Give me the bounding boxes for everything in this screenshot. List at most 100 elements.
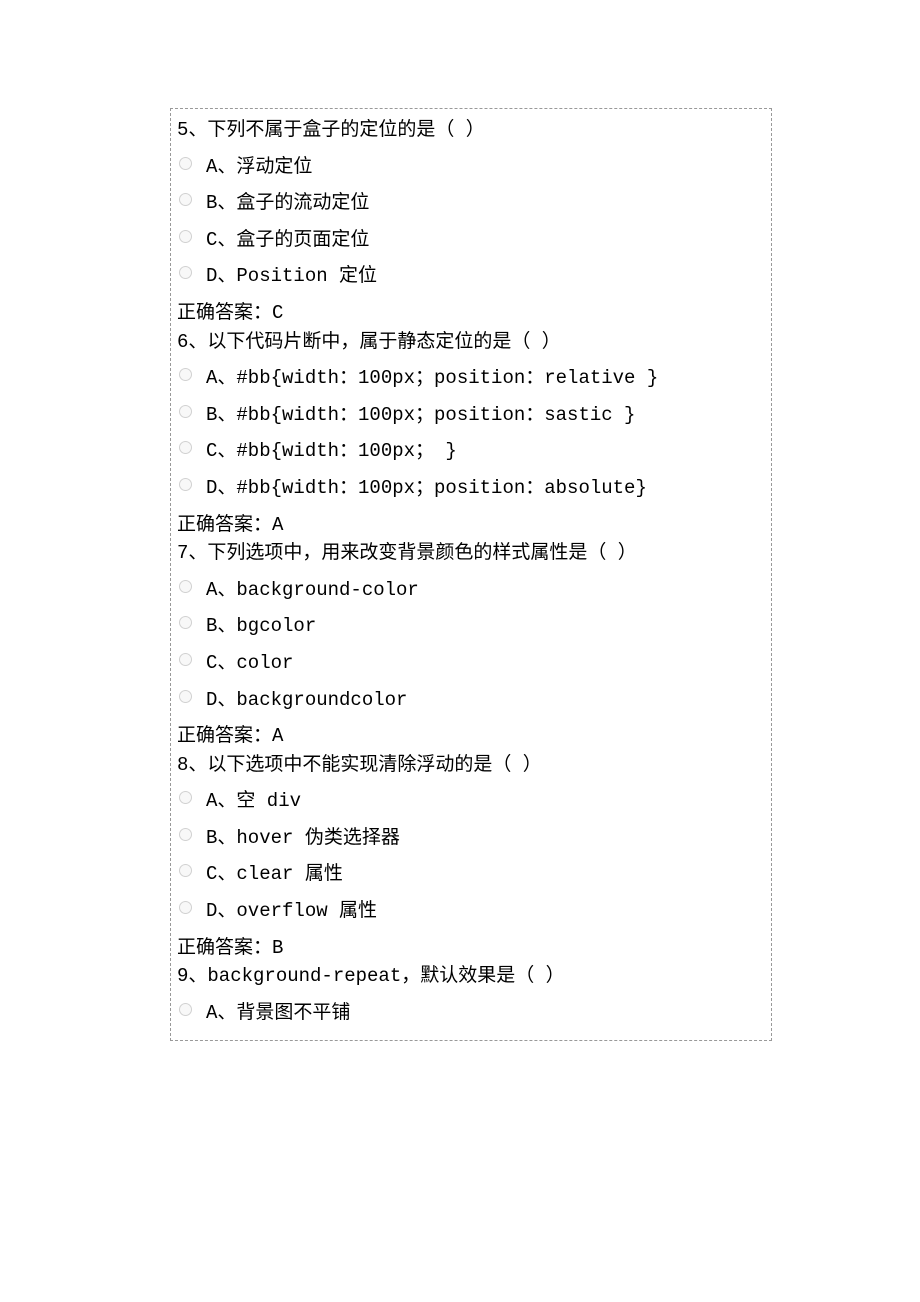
option-radio[interactable] [179, 441, 192, 454]
answer-value: C [272, 302, 283, 324]
radio-icon [179, 363, 192, 390]
option-label: D、overflow 属性 [206, 898, 377, 925]
option-label: C、#bb{width：100px； } [206, 438, 457, 465]
question-number: 7、 [177, 542, 207, 564]
option-label: B、hover 伪类选择器 [206, 825, 400, 852]
radio-icon [179, 436, 192, 463]
question-stem: 6、以下代码片断中，属于静态定位的是（ ） [177, 329, 765, 356]
question-block: 5、下列不属于盒子的定位的是（ ） A、浮动定位 B、盒子的流动定位 C、盒子的… [177, 117, 765, 327]
option-label: D、#bb{width：100px；position：absolute} [206, 475, 647, 502]
radio-icon [179, 225, 192, 252]
option-radio[interactable] [179, 653, 192, 666]
option-radio[interactable] [179, 405, 192, 418]
question-text: background-repeat，默认效果是（ ） [207, 965, 564, 987]
correct-answer: 正确答案：A [177, 723, 765, 750]
option-label: D、Position 定位 [206, 263, 377, 290]
option-label: B、bgcolor [206, 613, 316, 640]
question-text: 以下代码片断中，属于静态定位的是（ ） [207, 331, 560, 353]
option-label: B、#bb{width：100px；position：sastic } [206, 402, 635, 429]
option-radio[interactable] [179, 368, 192, 381]
question-number: 8、 [177, 754, 207, 776]
radio-icon [179, 611, 192, 638]
radio-icon [179, 152, 192, 179]
question-stem: 8、以下选项中不能实现清除浮动的是（ ） [177, 752, 765, 779]
option-radio[interactable] [179, 828, 192, 841]
answer-value: A [272, 514, 283, 536]
answer-prefix: 正确答案： [177, 302, 272, 324]
option-label: B、盒子的流动定位 [206, 190, 369, 217]
answer-value: A [272, 725, 283, 747]
radio-icon [179, 261, 192, 288]
option-row: A、#bb{width：100px；position：relative } [179, 365, 765, 392]
option-label: C、clear 属性 [206, 861, 343, 888]
radio-icon [179, 998, 192, 1025]
option-radio[interactable] [179, 864, 192, 877]
answer-prefix: 正确答案： [177, 514, 272, 536]
question-block: 8、以下选项中不能实现清除浮动的是（ ） A、空 div B、hover 伪类选… [177, 752, 765, 962]
option-row: C、盒子的页面定位 [179, 227, 765, 254]
radio-icon [179, 188, 192, 215]
option-label: C、color [206, 650, 293, 677]
option-radio[interactable] [179, 157, 192, 170]
option-radio[interactable] [179, 901, 192, 914]
option-label: A、background-color [206, 577, 419, 604]
page: 5、下列不属于盒子的定位的是（ ） A、浮动定位 B、盒子的流动定位 C、盒子的… [0, 0, 920, 1041]
radio-icon [179, 823, 192, 850]
option-label: C、盒子的页面定位 [206, 227, 369, 254]
option-row: D、overflow 属性 [179, 898, 765, 925]
question-block: 9、background-repeat，默认效果是（ ） A、背景图不平铺 [177, 963, 765, 1026]
option-row: B、#bb{width：100px；position：sastic } [179, 402, 765, 429]
option-row: A、浮动定位 [179, 154, 765, 181]
answer-prefix: 正确答案： [177, 937, 272, 959]
option-row: B、hover 伪类选择器 [179, 825, 765, 852]
option-radio[interactable] [179, 266, 192, 279]
option-row: B、bgcolor [179, 613, 765, 640]
radio-icon [179, 685, 192, 712]
option-row: A、background-color [179, 577, 765, 604]
correct-answer: 正确答案：A [177, 512, 765, 539]
option-row: C、#bb{width：100px； } [179, 438, 765, 465]
option-radio[interactable] [179, 478, 192, 491]
question-number: 9、 [177, 965, 207, 987]
question-text: 以下选项中不能实现清除浮动的是（ ） [207, 754, 541, 776]
option-row: D、#bb{width：100px；position：absolute} [179, 475, 765, 502]
question-stem: 7、下列选项中，用来改变背景颜色的样式属性是（ ） [177, 540, 765, 567]
radio-icon [179, 648, 192, 675]
option-radio[interactable] [179, 580, 192, 593]
radio-icon [179, 400, 192, 427]
option-row: D、Position 定位 [179, 263, 765, 290]
option-row: B、盒子的流动定位 [179, 190, 765, 217]
option-label: A、浮动定位 [206, 154, 312, 181]
question-block: 7、下列选项中，用来改变背景颜色的样式属性是（ ） A、background-c… [177, 540, 765, 750]
question-stem: 9、background-repeat，默认效果是（ ） [177, 963, 765, 990]
radio-icon [179, 896, 192, 923]
option-row: C、color [179, 650, 765, 677]
radio-icon [179, 859, 192, 886]
option-label: A、空 div [206, 788, 301, 815]
question-text: 下列选项中，用来改变背景颜色的样式属性是（ ） [207, 542, 636, 564]
question-number: 6、 [177, 331, 207, 353]
option-radio[interactable] [179, 1003, 192, 1016]
quiz-container: 5、下列不属于盒子的定位的是（ ） A、浮动定位 B、盒子的流动定位 C、盒子的… [170, 108, 772, 1041]
question-stem: 5、下列不属于盒子的定位的是（ ） [177, 117, 765, 144]
option-radio[interactable] [179, 690, 192, 703]
radio-icon [179, 575, 192, 602]
option-label: A、背景图不平铺 [206, 1000, 350, 1027]
option-label: D、backgroundcolor [206, 687, 407, 714]
option-row: D、backgroundcolor [179, 687, 765, 714]
option-radio[interactable] [179, 230, 192, 243]
option-row: C、clear 属性 [179, 861, 765, 888]
answer-value: B [272, 937, 283, 959]
option-radio[interactable] [179, 616, 192, 629]
correct-answer: 正确答案：B [177, 935, 765, 962]
question-number: 5、 [177, 119, 207, 141]
option-row: A、空 div [179, 788, 765, 815]
question-text: 下列不属于盒子的定位的是（ ） [207, 119, 484, 141]
radio-icon [179, 473, 192, 500]
option-label: A、#bb{width：100px；position：relative } [206, 365, 658, 392]
option-radio[interactable] [179, 193, 192, 206]
answer-prefix: 正确答案： [177, 725, 272, 747]
correct-answer: 正确答案：C [177, 300, 765, 327]
option-row: A、背景图不平铺 [179, 1000, 765, 1027]
option-radio[interactable] [179, 791, 192, 804]
